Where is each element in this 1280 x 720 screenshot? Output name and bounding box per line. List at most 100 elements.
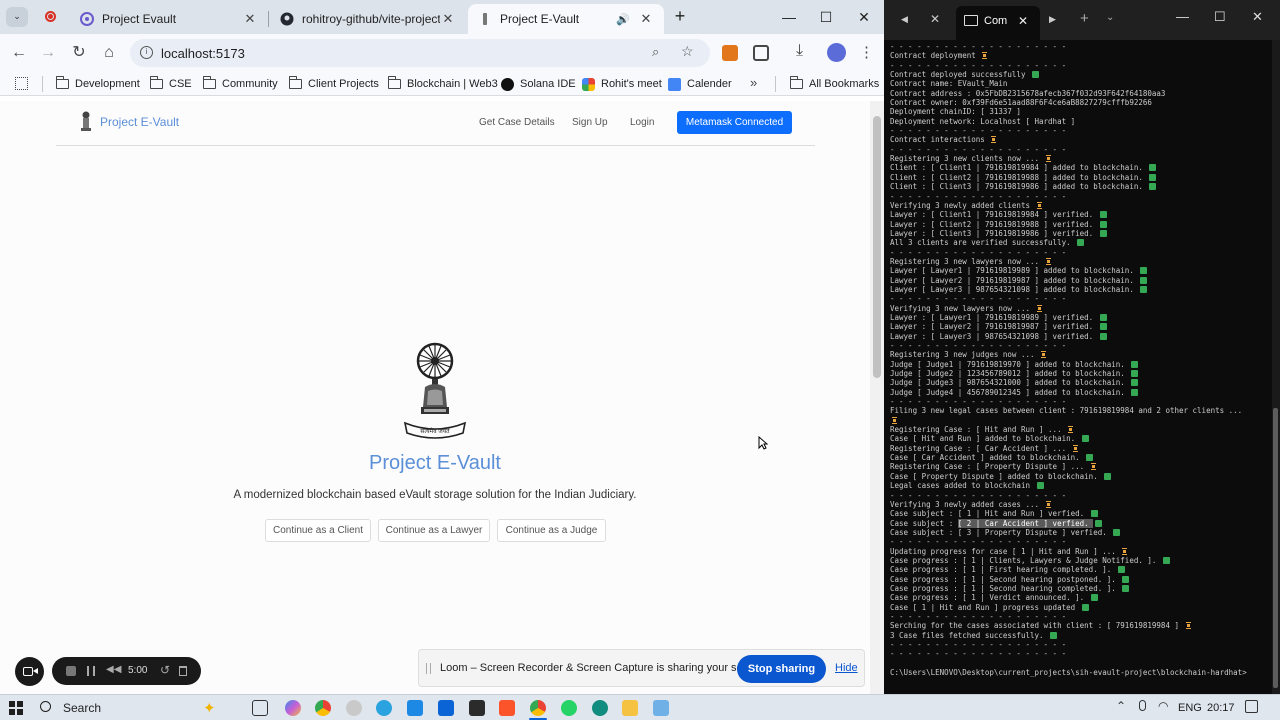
file-explorer-icon[interactable] [622,700,638,716]
app-window-icon[interactable] [653,700,669,716]
search-icon[interactable] [40,701,51,712]
tab-close-icon[interactable]: ✕ [1018,14,1028,28]
nav-login[interactable]: Login [630,117,654,128]
metamask-connected-button[interactable]: Metamask Connected [677,111,792,134]
tab-github[interactable]: rohitroy-github/vite-project-ev ✕ [270,4,466,34]
terminal-tab-active[interactable]: Com ✕ [956,6,1040,40]
restart-icon[interactable]: ↺ [160,663,170,677]
windows-start-icon[interactable] [9,701,23,715]
brand-title[interactable]: Project E-Vault [100,115,179,129]
audio-speaker-icon[interactable]: 🔊 [616,13,630,26]
all-bookmarks[interactable]: All Bookmarks [789,76,879,92]
check-mark-icon [1131,360,1139,368]
back-button[interactable]: ← [6,40,32,66]
extensions-puzzle-icon[interactable] [753,45,769,61]
tab-close-icon[interactable]: ✕ [638,11,654,27]
continue-as-lawyer-button[interactable]: Continue as a Lawyer [378,519,490,542]
brave-icon[interactable] [499,700,515,716]
vite-favicon-icon [80,12,94,26]
more-bookmarks-chevron-icon[interactable]: » [750,75,757,90]
drag-handle-icon[interactable] [426,663,431,674]
stop-sharing-button[interactable]: Stop sharing [737,655,826,683]
notification-icon[interactable] [1245,700,1258,713]
telegram-icon[interactable] [376,700,392,716]
whatsapp-icon[interactable] [561,700,577,716]
new-tab-button[interactable]: + [670,7,690,27]
download-icon[interactable]: ⤓ [796,42,803,60]
copilot-icon[interactable] [285,700,301,716]
browser-menu-icon[interactable]: ⋮ [859,43,874,61]
tab-project-e-vault-active[interactable]: Project E-Vault 🔊 ✕ [468,4,664,34]
terminal-line: - - - - - - - - - - - - - - - - - - - - [890,247,1067,257]
rewind-icon[interactable]: ◀◀ [106,664,121,675]
terminal-line: Filing 3 new legal cases between client … [890,406,1243,416]
hide-link[interactable]: Hide [835,662,858,674]
terminal-scrollbar-thumb[interactable] [1273,408,1278,688]
bookmark-calender[interactable]: Calender [668,76,732,92]
nav-sign-up[interactable]: Sign Up [572,117,608,128]
vscode-icon[interactable] [407,700,423,716]
maximize-button[interactable]: ☐ [811,6,841,28]
continue-as-judge-button[interactable]: Continue as a Judge [497,519,606,542]
close-tab-icon[interactable]: ✕ [930,12,940,26]
pause-icon[interactable] [87,666,95,676]
tab-search-button[interactable]: ⌄ [6,7,28,27]
mouse-cursor-icon [758,436,768,450]
profile-avatar[interactable] [827,43,846,62]
bookmark-client-projects[interactable]: Client Projects [288,76,379,92]
page-scrollbar-thumb[interactable] [873,116,881,378]
bookmark-cse[interactable]: CSE [149,76,192,92]
continue-as-client-button[interactable]: Continue as a Client [265,519,371,542]
show-hidden-icons-chevron[interactable]: ⌃ [1116,699,1126,713]
minimize-button[interactable]: — [774,6,804,28]
language-indicator[interactable]: ENG [1178,702,1202,714]
tab-close-icon[interactable]: ✕ [440,11,456,27]
metamask-extension-icon[interactable] [722,45,738,61]
terminal-close-button[interactable]: ✕ [1252,9,1263,25]
bookmark-solana-ide[interactable]: Solana IDE [501,76,576,92]
whatsapp-business-icon[interactable] [592,700,608,716]
bookmark-blockchain[interactable]: Blockchain | Web3 [387,76,498,92]
taskbar-search-label[interactable]: Search [63,701,101,715]
nav-get-case-details[interactable]: Get Case Details [479,117,555,128]
forward-button[interactable]: → [35,40,61,66]
bookmark-star-icon[interactable]: ☆ [681,43,694,60]
copilot-sparkle-icon[interactable]: ✦ [203,699,216,717]
tab-close-icon[interactable]: ✕ [242,11,258,27]
site-info-icon[interactable]: i [140,46,153,59]
taskbar-clock[interactable]: 20:17 [1207,702,1235,714]
terminal-maximize-button[interactable]: ☐ [1214,9,1226,25]
microphone-icon[interactable] [1139,700,1146,711]
terminal-minimize-button[interactable]: — [1176,9,1189,24]
loom-camera-button[interactable] [15,657,44,686]
delete-trash-icon[interactable] [179,666,187,676]
tab-project-evault[interactable]: Project Evault ✕ [70,4,268,34]
scroll-tabs-left-icon[interactable]: ◀ [901,14,908,25]
close-window-button[interactable]: ✕ [849,6,879,28]
check-mark-icon [1036,482,1044,490]
home-button[interactable]: ⌂ [96,40,122,66]
bookmark-rohits-meet[interactable]: Rohit's meet [582,76,662,92]
dropdown-chevron-icon[interactable]: ⌄ [1106,12,1114,23]
task-view-icon[interactable] [252,700,268,716]
chrome-active-icon[interactable] [530,700,546,716]
scroll-tabs-right-icon[interactable]: ▶ [1049,14,1056,25]
terminal-line: Judge [ Judge2 | 123456789012 ] added to… [890,369,1270,378]
address-bar[interactable]: i localhost:5173 ⌕ ☆ [130,39,710,67]
wifi-icon[interactable]: ◠ [1158,699,1168,713]
selected-text[interactable]: [ 2 | Car Accident ] verfied. [957,518,1094,528]
chrome-icon[interactable] [315,700,331,716]
stop-recording-icon[interactable] [66,666,76,676]
emblem-logo-icon[interactable] [79,111,93,133]
new-terminal-tab-icon[interactable]: + [1080,10,1089,27]
bookmark-community[interactable]: Community [202,76,278,92]
terminal-output[interactable]: - - - - - - - - - - - - - - - - - - - -C… [890,42,1270,692]
check-mark-icon [1140,276,1148,284]
bookmark-development[interactable]: Development [55,76,140,92]
reload-button[interactable]: ↻ [66,40,92,66]
mail-icon[interactable] [438,700,454,716]
app-icon[interactable] [346,700,362,716]
zoom-icon[interactable]: ⌕ [652,44,659,60]
terminal-taskbar-icon[interactable] [469,700,485,716]
apps-grid-icon[interactable] [15,77,28,90]
